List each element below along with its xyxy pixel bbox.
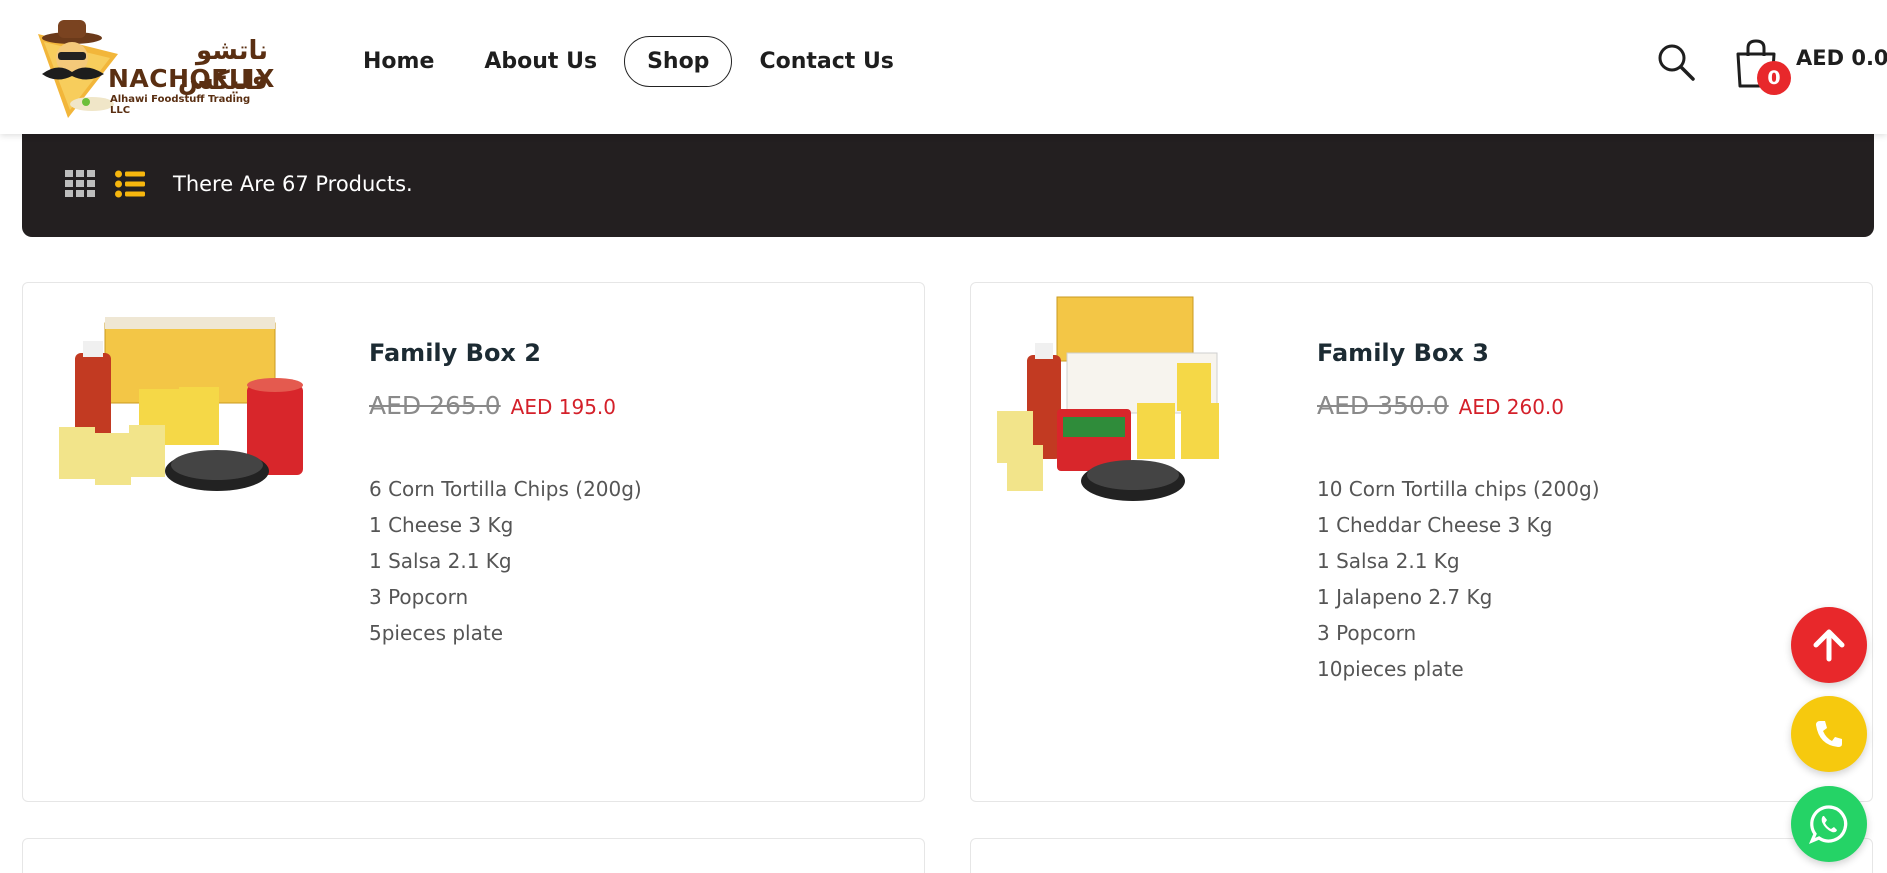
price-row: AED 265.0 AED 195.0 xyxy=(369,391,616,420)
products-toolbar: There Are 67 Products. xyxy=(22,134,1874,237)
description-line: 1 Jalapeno 2.7 Kg xyxy=(1317,585,1493,609)
logo[interactable]: ناتشو فليكس NACHOFLIX Alhawi Foodstuff T… xyxy=(28,14,274,122)
product-title[interactable]: Family Box 2 xyxy=(369,339,541,367)
description-line: 10pieces plate xyxy=(1317,657,1464,681)
phone-icon xyxy=(1816,721,1842,747)
product-card[interactable]: Family Box 2 AED 265.0 AED 195.0 6 Corn … xyxy=(22,282,925,802)
nav-home[interactable]: Home xyxy=(340,36,457,87)
description-line: 1 Salsa 2.1 Kg xyxy=(1317,549,1460,573)
price-row: AED 350.0 AED 260.0 xyxy=(1317,391,1564,420)
old-price: AED 265.0 xyxy=(369,391,501,420)
product-title[interactable]: Family Box 3 xyxy=(1317,339,1489,367)
description-line: 6 Corn Tortilla Chips (200g) xyxy=(369,477,642,501)
grid-icon[interactable] xyxy=(65,170,95,198)
description-line: 5pieces plate xyxy=(369,621,504,645)
nav-about-us[interactable]: About Us xyxy=(461,36,620,87)
search-icon[interactable] xyxy=(1656,42,1696,82)
product-card[interactable] xyxy=(970,838,1873,873)
description-line: 10 Corn Tortilla chips (200g) xyxy=(1317,477,1600,501)
description-line: 3 Popcorn xyxy=(369,585,469,609)
product-card[interactable] xyxy=(22,838,925,873)
product-description: 10 Corn Tortilla chips (200g) 1 Cheddar … xyxy=(1317,471,1600,687)
description-line: 1 Cheese 3 Kg xyxy=(369,513,514,537)
product-image[interactable] xyxy=(39,293,309,513)
description-line: 3 Popcorn xyxy=(1317,621,1417,645)
whatsapp-icon xyxy=(1808,805,1848,845)
old-price: AED 350.0 xyxy=(1317,391,1449,420)
new-price: AED 195.0 xyxy=(510,395,617,419)
product-card[interactable]: Family Box 3 AED 350.0 AED 260.0 10 Corn… xyxy=(970,282,1873,802)
call-button[interactable] xyxy=(1791,696,1867,772)
arrow-up-icon xyxy=(1813,629,1845,662)
site-header: ناتشو فليكس NACHOFLIX Alhawi Foodstuff T… xyxy=(0,0,1887,134)
new-price: AED 260.0 xyxy=(1458,395,1565,419)
product-image[interactable] xyxy=(987,293,1257,513)
whatsapp-button[interactable] xyxy=(1791,786,1867,862)
cart-total[interactable]: AED 0.0 xyxy=(1796,46,1887,70)
logo-text: NACHOFLIX xyxy=(108,64,275,93)
product-count: There Are 67 Products. xyxy=(173,172,413,196)
nav-contact-us[interactable]: Contact Us xyxy=(736,36,916,87)
main-nav: Home About Us Shop Contact Us xyxy=(340,36,921,87)
logo-subtitle: Alhawi Foodstuff Trading LLC xyxy=(110,94,251,116)
product-description: 6 Corn Tortilla Chips (200g) 1 Cheese 3 … xyxy=(369,471,642,651)
cart-count-badge: 0 xyxy=(1757,61,1791,95)
scroll-to-top-button[interactable] xyxy=(1791,607,1867,683)
list-icon[interactable] xyxy=(115,170,145,198)
description-line: 1 Cheddar Cheese 3 Kg xyxy=(1317,513,1553,537)
nav-shop[interactable]: Shop xyxy=(624,36,733,87)
description-line: 1 Salsa 2.1 Kg xyxy=(369,549,512,573)
